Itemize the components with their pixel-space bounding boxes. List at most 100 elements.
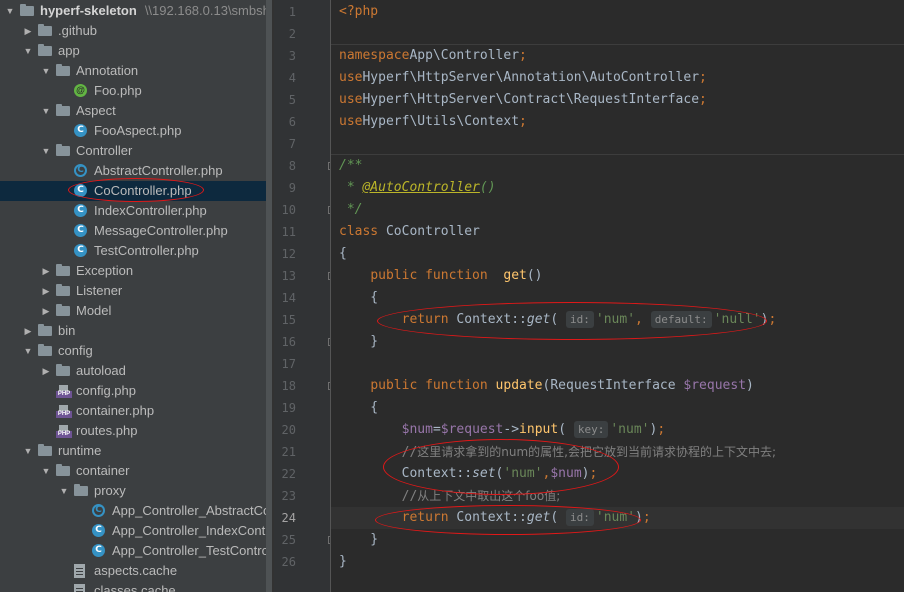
chevron-down-icon[interactable]: ▼ [40,141,52,161]
code-line[interactable]: /** [331,155,904,177]
chevron-right-icon[interactable]: ▶ [22,21,34,41]
code-editor[interactable]: <?php namespaceApp\Controller; useHyperf\H… [331,0,904,592]
method-separator [331,154,904,155]
text-file-icon [74,584,85,592]
chevron-down-icon[interactable]: ▼ [22,341,34,361]
line-number: 6 [288,115,296,129]
chevron-down-icon[interactable]: ▼ [4,1,16,21]
code-line[interactable] [331,353,904,375]
code-line[interactable]: //这里请求拿到的num的属性,会把它放到当前请求协程的上下文中去; [331,441,904,463]
tree-file[interactable]: C MessageController.php [0,221,272,241]
chevron-right-icon[interactable]: ▶ [22,321,34,341]
annotation-icon: @ [74,84,87,97]
code-line[interactable]: } [331,529,904,551]
folder-icon [38,44,52,56]
tree-folder[interactable]: ▶ autoload [0,361,272,381]
line-number: 22 [281,467,296,481]
tree-folder[interactable]: ▼ hyperf-skeleton \\192.168.0.13\smbsha [0,1,272,21]
tree-folder[interactable]: ▼ runtime [0,441,272,461]
code-token: // [401,445,418,460]
code-line[interactable]: class CoController [331,221,904,243]
code-line[interactable]: useHyperf\HttpServer\Annotation\AutoCont… [331,67,904,89]
tree-item-label: Aspect [76,103,116,118]
tree-folder[interactable]: ▼ proxy [0,481,272,501]
code-line[interactable]: useHyperf\Utils\Context; [331,111,904,133]
code-line[interactable]: return Context::get( id:'num', default: '… [331,309,904,331]
project-path: \\192.168.0.13\smbsha [144,3,272,18]
code-token: = [432,422,441,437]
code-token: ; [699,70,707,85]
code-token: ; [589,466,598,481]
tree-folder[interactable]: ▼ config [0,341,272,361]
tree-folder[interactable]: ▼ container [0,461,272,481]
folder-icon [74,484,88,496]
line-number: 4 [288,71,296,85]
tree-folder[interactable]: ▼ Controller [0,141,272,161]
line-number: 21 [281,445,296,459]
chevron-down-icon[interactable]: ▼ [40,461,52,481]
tree-file[interactable]: C IndexController.php [0,201,272,221]
tree-file[interactable]: aspects.cache [0,561,272,581]
chevron-down-icon[interactable]: ▼ [22,441,34,461]
code-line[interactable] [331,133,904,155]
chevron-right-icon[interactable]: ▶ [40,301,52,321]
tree-file[interactable]: C App_Controller_IndexContro [0,521,272,541]
code-line[interactable]: namespaceApp\Controller; [331,45,904,67]
code-line[interactable]: */ [331,199,904,221]
code-line[interactable]: useHyperf\HttpServer\Contract\RequestInt… [331,89,904,111]
code-line[interactable]: return Context::get( id:'num'); [331,507,904,529]
code-line[interactable]: { [331,397,904,419]
tree-folder[interactable]: ▶ Listener [0,281,272,301]
tree-folder[interactable]: ▶ .github [0,21,272,41]
tree-item-label: config [58,343,93,358]
code-token: 'num' [595,312,636,327]
chevron-down-icon[interactable]: ▼ [58,481,70,501]
tree-folder[interactable]: ▶ bin [0,321,272,341]
tree-file[interactable]: C App_Controller_AbstractCont [0,501,272,521]
tree-file[interactable]: C TestController.php [0,241,272,261]
php-class-icon: C [74,244,87,257]
chevron-right-icon[interactable]: ▶ [40,361,52,381]
tree-file[interactable]: C App_Controller_TestControlle [0,541,272,561]
code-line[interactable]: } [331,551,904,573]
chevron-right-icon[interactable]: ▶ [40,261,52,281]
tree-file[interactable]: C CoController.php [0,181,272,201]
tree-file[interactable]: PHP config.php [0,381,272,401]
code-line[interactable]: { [331,243,904,265]
code-line[interactable]: } [331,331,904,353]
code-line[interactable]: $num=$request->input( key:'num'); [331,419,904,441]
code-token: return [401,312,449,327]
tree-folder[interactable]: ▼ app [0,41,272,61]
tree-folder[interactable]: ▼ Annotation [0,61,272,81]
code-line[interactable]: public function update(RequestInterface … [331,375,904,397]
chevron-right-icon[interactable]: ▶ [40,281,52,301]
code-token: ) [635,510,643,525]
tree-folder[interactable]: ▶ Model [0,301,272,321]
tree-file[interactable]: @ Foo.php [0,81,272,101]
line-number: 20 [281,423,296,437]
php-file-icon: PHP [56,425,72,438]
tree-file[interactable]: classes.cache [0,581,272,592]
code-token: () [526,268,543,283]
folder-icon [56,284,70,296]
tree-folder[interactable]: ▶ Exception [0,261,272,281]
code-token: <?php [339,4,379,19]
chevron-down-icon[interactable]: ▼ [40,61,52,81]
code-line[interactable] [331,23,904,45]
tree-file[interactable]: PHP routes.php [0,421,272,441]
tree-item-label: hyperf-skeleton \\192.168.0.13\smbsha [40,1,272,21]
chevron-down-icon[interactable]: ▼ [22,41,34,61]
code-line[interactable]: <?php [331,1,904,23]
chevron-down-icon[interactable]: ▼ [40,101,52,121]
code-line[interactable]: * @AutoController() [331,177,904,199]
code-line[interactable]: Context::set('num',$num); [331,463,904,485]
code-line[interactable]: public function get() [331,265,904,287]
code-line[interactable]: { [331,287,904,309]
code-line[interactable]: //从上下文中取出这个foo值; [331,485,904,507]
tree-file[interactable]: PHP container.php [0,401,272,421]
tree-item-label: App_Controller_TestControlle [112,543,272,558]
code-token: $num [550,466,582,481]
tree-file[interactable]: C FooAspect.php [0,121,272,141]
tree-file[interactable]: C AbstractController.php [0,161,272,181]
tree-folder[interactable]: ▼ Aspect [0,101,272,121]
